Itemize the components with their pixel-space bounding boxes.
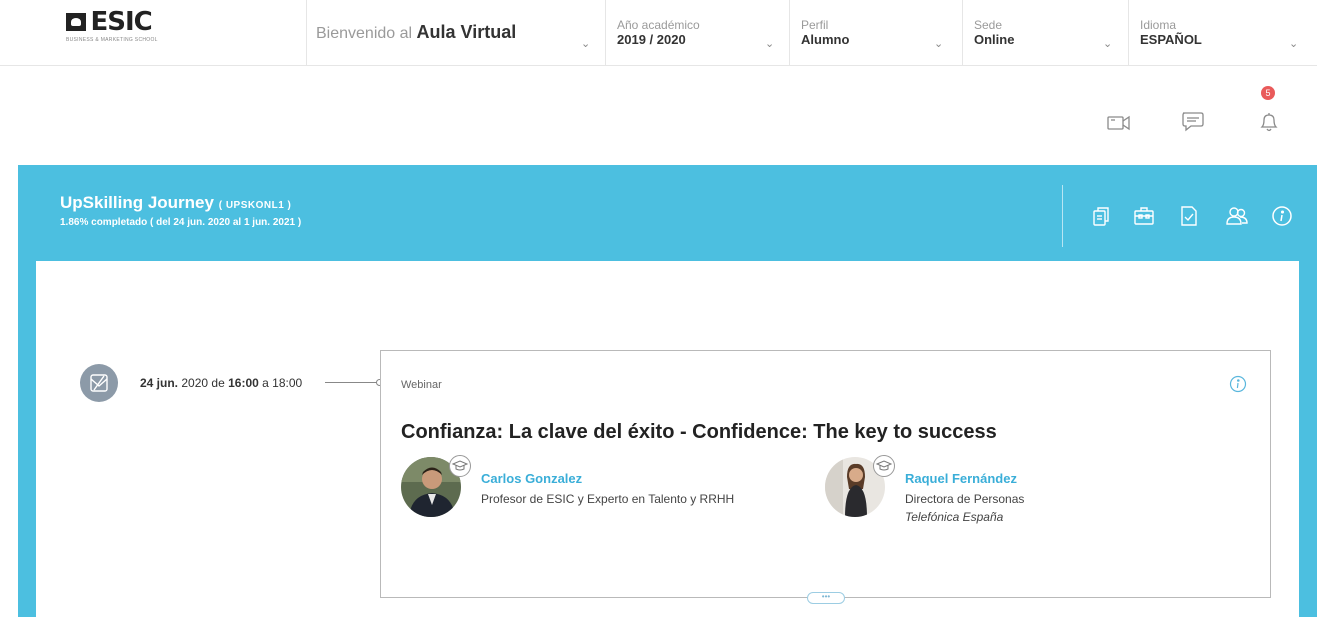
speaker-name[interactable]: Carlos Gonzalez [481,471,582,486]
bell-icon[interactable] [1256,110,1282,132]
esic-logo[interactable]: ESIC BUSINESS & MARKETING SCHOOL [66,7,176,43]
profile-value: Alumno [801,32,850,47]
event-time-separator: a [262,376,269,390]
webinar-type-icon [80,364,118,402]
welcome-message[interactable]: Bienvenido al Aula Virtual [316,22,516,43]
event-card[interactable]: Webinar Confianza: La clave del éxito - … [380,350,1271,604]
graduation-cap-icon [449,455,471,477]
notification-count-badge: 5 [1261,86,1275,100]
timeline-connector [325,382,378,383]
course-title[interactable]: UpSkilling Journey ( UPSKONL1 ) [60,193,291,213]
chevron-down-icon[interactable]: ⌄ [765,37,774,50]
academic-year-value: 2019 / 2020 [617,32,686,47]
chat-bubble-icon[interactable] [1180,110,1206,132]
profile-selector[interactable]: Perfil Alumno [801,18,849,48]
video-camera-icon[interactable] [1106,112,1132,134]
banner-divider [1062,185,1063,247]
welcome-app-name: Aula Virtual [416,22,517,42]
chevron-down-icon[interactable]: ⌄ [1289,37,1298,50]
course-banner: UpSkilling Journey ( UPSKONL1 ) 1.86% co… [18,165,1317,261]
chevron-down-icon[interactable]: ⌄ [581,37,590,50]
header-divider [306,0,307,66]
header-divider [962,0,963,66]
graduation-cap-icon [873,455,895,477]
info-icon[interactable] [1271,205,1293,227]
header-divider [789,0,790,66]
logo-subtitle: BUSINESS & MARKETING SCHOOL [66,37,158,43]
content-frame-left [18,261,36,617]
header-divider [1128,0,1129,66]
event-type-label: Webinar [401,379,442,391]
event-start-time: 16:00 [228,376,259,390]
speaker-company: Telefónica España [905,510,1004,524]
language-label: Idioma [1140,18,1177,32]
profile-label: Perfil [801,18,829,32]
campus-label: Sede [974,18,1003,32]
chevron-down-icon[interactable]: ⌄ [1103,37,1112,50]
task-check-icon[interactable] [1178,205,1200,227]
logo-text: ESIC [90,7,152,37]
group-icon[interactable] [1225,205,1248,227]
campus-value: Online [974,32,1015,47]
expand-more-button[interactable]: ••• [807,592,845,604]
event-date-time: 24 jun. 2020 de 16:00 a 18:00 [140,376,302,390]
content-frame-right [1299,261,1317,617]
speaker-role: Profesor de ESIC y Experto en Talento y … [481,492,735,506]
course-progress: 1.86% completado ( del 24 jun. 2020 al 1… [60,217,302,228]
speaker-name[interactable]: Raquel Fernández [905,471,1017,486]
language-value: ESPAÑOL [1140,32,1202,47]
speaker-role: Directora de Personas [905,492,1025,506]
language-selector[interactable]: Idioma ESPAÑOL [1140,18,1202,48]
event-title[interactable]: Confianza: La clave del éxito - Confiden… [401,421,997,444]
event-end-time: 18:00 [272,376,303,390]
course-name: UpSkilling Journey [60,193,214,212]
documents-icon[interactable] [1090,205,1112,227]
welcome-prefix: Bienvenido al [316,25,413,42]
top-header: ESIC BUSINESS & MARKETING SCHOOL Bienven… [0,0,1317,66]
header-divider [605,0,606,66]
info-icon[interactable] [1229,375,1247,393]
event-day: 24 jun. [140,376,179,390]
esic-logo-mark-icon [66,13,86,31]
academic-year-selector[interactable]: Año académico 2019 / 2020 [617,18,700,48]
chevron-down-icon[interactable]: ⌄ [934,37,943,50]
event-year: 2020 de [181,376,225,390]
course-code: ( UPSKONL1 ) [218,200,292,211]
briefcase-icon[interactable] [1133,205,1155,227]
campus-selector[interactable]: Sede Online [974,18,1014,48]
academic-year-label: Año académico [617,18,700,32]
